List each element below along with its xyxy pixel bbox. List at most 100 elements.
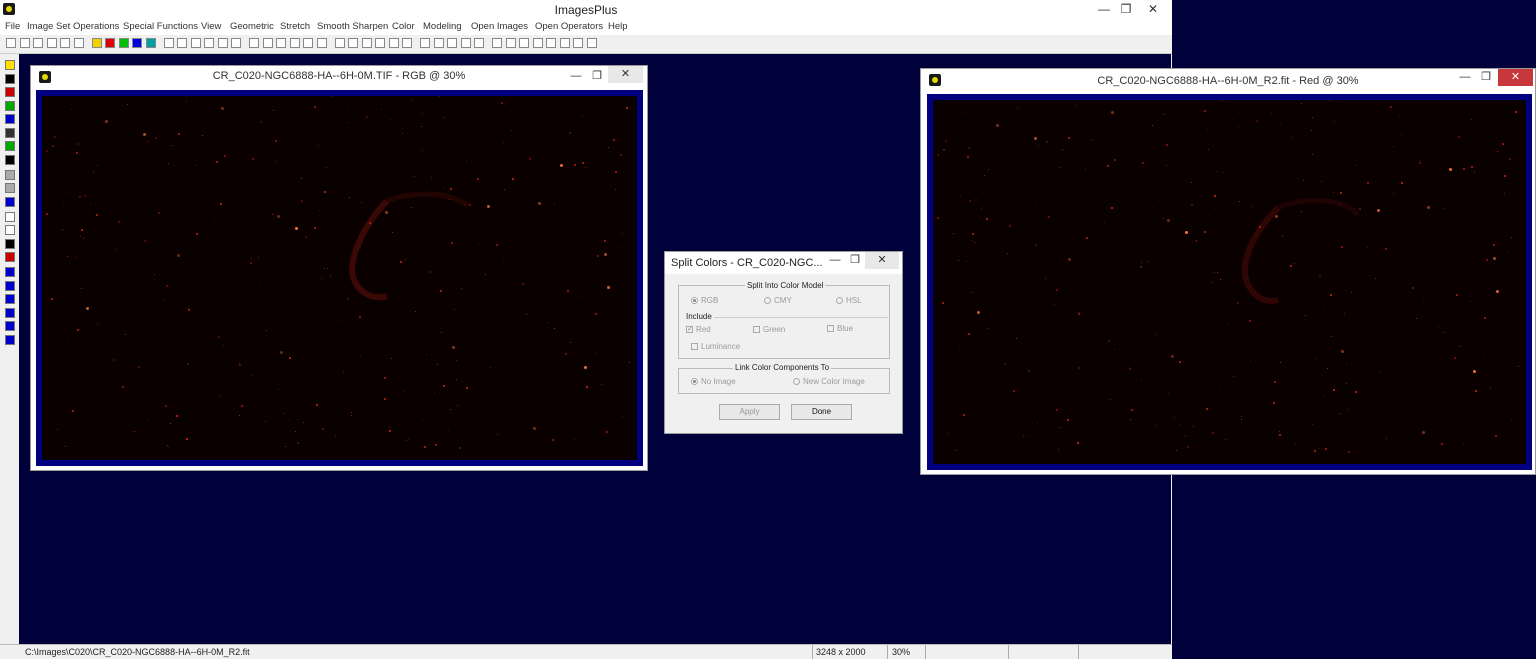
radio-rgb[interactable]: RGB [691, 296, 718, 305]
toolbar-button-icon[interactable] [118, 38, 129, 48]
menu-open-images[interactable]: Open Images [471, 21, 528, 32]
toolbar-button-icon[interactable] [276, 38, 286, 48]
tool-button-icon[interactable] [5, 73, 15, 84]
toolbar-button-icon[interactable] [348, 38, 358, 48]
menu-modeling[interactable]: Modeling [423, 21, 462, 32]
star-image[interactable] [933, 100, 1526, 464]
window-close-button[interactable]: ✕ [1498, 69, 1533, 86]
checkbox-red[interactable]: ✓ Red [686, 325, 711, 334]
toolbar-button-icon[interactable] [132, 38, 142, 48]
tool-button-icon[interactable] [5, 321, 15, 331]
toolbar-button-icon[interactable] [505, 38, 516, 48]
menu-image-set-operations[interactable]: Image Set Operations [27, 21, 119, 32]
radio-cmy[interactable]: CMY [764, 296, 792, 305]
toolbar-button-icon[interactable] [262, 38, 273, 48]
tool-button-icon[interactable] [5, 196, 15, 207]
toolbar-button-icon[interactable] [492, 38, 502, 48]
toolbar-button-icon[interactable] [217, 38, 228, 48]
maximize-button[interactable]: ❐ [1116, 0, 1136, 18]
toolbar-button-icon[interactable] [19, 38, 30, 48]
menu-help[interactable]: Help [608, 21, 628, 32]
menu-stretch[interactable]: Stretch [280, 21, 310, 32]
toolbar-button-icon[interactable] [447, 38, 457, 48]
checkbox-luminance[interactable]: Luminance [691, 342, 740, 351]
toolbar-button-icon[interactable] [573, 38, 583, 48]
toolbar-button-icon[interactable] [249, 38, 259, 48]
toolbar-button-icon[interactable] [316, 38, 327, 48]
tool-button-icon[interactable] [5, 334, 15, 345]
tool-button-icon[interactable] [5, 238, 15, 249]
menu-open-operators[interactable]: Open Operators [535, 21, 603, 32]
toolbar-button-icon[interactable] [474, 38, 484, 48]
toolbar-button-icon[interactable] [231, 38, 241, 48]
menu-color[interactable]: Color [392, 21, 415, 32]
toolbar-button-icon[interactable] [177, 38, 187, 48]
toolbar-button-icon[interactable] [532, 38, 543, 48]
toolbar-button-icon[interactable] [334, 38, 345, 48]
menu-file[interactable]: File [5, 21, 20, 32]
toolbar-button-icon[interactable] [402, 38, 412, 48]
toolbar-button-icon[interactable] [163, 38, 174, 48]
checkbox-blue[interactable]: Blue [827, 324, 853, 333]
toolbar-button-icon[interactable] [204, 38, 214, 48]
tool-button-icon[interactable] [5, 280, 15, 291]
toolbar-button-icon[interactable] [460, 38, 471, 48]
toolbar-button-icon[interactable] [105, 38, 115, 48]
image-window-rgb[interactable]: CR_C020-NGC6888-HA--6H-0M.TIF - RGB @ 30… [30, 65, 648, 471]
window-maximize-button[interactable]: ❐ [587, 68, 607, 85]
tool-button-icon[interactable] [5, 211, 15, 222]
tool-button-icon[interactable] [5, 267, 15, 277]
toolbar-button-icon[interactable] [60, 38, 70, 48]
menu-special-functions[interactable]: Special Functions [123, 21, 198, 32]
toolbar-button-icon[interactable] [190, 38, 201, 48]
toolbar-button-icon[interactable] [559, 38, 570, 48]
toolbar-button-icon[interactable] [303, 38, 313, 48]
done-button[interactable]: Done [791, 404, 852, 420]
image-window-red[interactable]: CR_C020-NGC6888-HA--6H-0M_R2.fit - Red @… [920, 68, 1536, 475]
toolbar-button-icon[interactable] [46, 38, 57, 48]
apply-button[interactable]: Apply [719, 404, 780, 420]
radio-no-image[interactable]: No Image [691, 377, 736, 386]
tool-button-icon[interactable] [5, 307, 15, 318]
tool-button-icon[interactable] [5, 141, 15, 151]
toolbar-button-icon[interactable] [388, 38, 399, 48]
tool-button-icon[interactable] [5, 294, 15, 304]
tool-button-icon[interactable] [5, 169, 15, 180]
radio-new-color-image[interactable]: New Color Image [793, 377, 865, 386]
toolbar-button-icon[interactable] [91, 38, 102, 48]
radio-hsl[interactable]: HSL [836, 296, 862, 305]
window-minimize-button[interactable]: — [1455, 69, 1475, 86]
tool-button-icon[interactable] [5, 252, 15, 262]
toolbar-button-icon[interactable] [519, 38, 529, 48]
toolbar-button-icon[interactable] [361, 38, 372, 48]
dialog-maximize-button[interactable]: ❐ [845, 252, 865, 269]
close-button[interactable]: ✕ [1136, 0, 1170, 18]
toolbar-button-icon[interactable] [546, 38, 556, 48]
tool-button-icon[interactable] [5, 114, 15, 124]
tool-button-icon[interactable] [5, 100, 15, 111]
toolbar-button-icon[interactable] [420, 38, 430, 48]
toolbar-button-icon[interactable] [145, 38, 156, 48]
tool-button-icon[interactable] [5, 60, 15, 70]
toolbar-button-icon[interactable] [73, 38, 84, 48]
menu-view[interactable]: View [201, 21, 221, 32]
tool-button-icon[interactable] [5, 127, 15, 138]
menu-smooth-sharpen[interactable]: Smooth Sharpen [317, 21, 388, 32]
window-minimize-button[interactable]: — [566, 68, 586, 85]
star-image[interactable] [42, 96, 637, 460]
tool-button-icon[interactable] [5, 225, 15, 235]
toolbar-button-icon[interactable] [375, 38, 385, 48]
tool-button-icon[interactable] [5, 183, 15, 193]
toolbar-button-icon[interactable] [586, 38, 597, 48]
tool-button-icon[interactable] [5, 87, 15, 97]
dialog-minimize-button[interactable]: — [825, 252, 845, 269]
menu-geometric[interactable]: Geometric [230, 21, 274, 32]
tool-button-icon[interactable] [5, 154, 15, 165]
toolbar-button-icon[interactable] [433, 38, 444, 48]
window-maximize-button[interactable]: ❐ [1476, 69, 1496, 86]
window-close-button[interactable]: ✕ [608, 66, 643, 83]
toolbar-button-icon[interactable] [289, 38, 300, 48]
minimize-button[interactable]: — [1092, 0, 1116, 18]
toolbar-button-icon[interactable] [6, 38, 16, 48]
checkbox-green[interactable]: Green [753, 325, 785, 334]
